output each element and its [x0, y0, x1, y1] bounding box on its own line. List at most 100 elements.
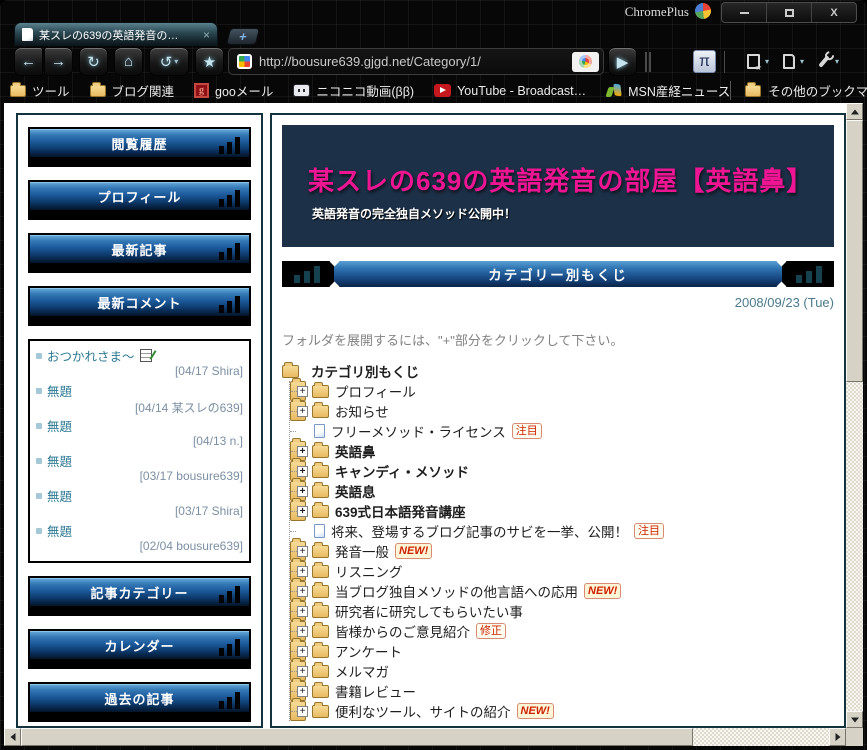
- expand-plus-icon[interactable]: [297, 685, 308, 697]
- sidebar-buttons-bottom: 記事カテゴリー カレンダー 過去の記事: [28, 576, 251, 726]
- bookmark-item[interactable]: MSN産経ニュース: [606, 81, 730, 100]
- address-bar[interactable]: http://bousure639.gjgd.net/Category/1/: [228, 48, 604, 75]
- tree-item-label[interactable]: アンケート: [335, 641, 402, 661]
- comment-title-link[interactable]: おつかれさま～: [47, 346, 135, 365]
- tree-item-label[interactable]: 発音一般: [335, 541, 389, 561]
- vertical-scrollbar[interactable]: [846, 103, 863, 728]
- tree-item-label[interactable]: 639式日本語発音講座: [335, 501, 466, 521]
- expand-plus-icon[interactable]: [297, 465, 308, 477]
- vertical-scroll-thumb[interactable]: [846, 120, 863, 382]
- tree-item-label[interactable]: メルマガ: [335, 661, 389, 681]
- bookmark-item[interactable]: ニコニコ動画(ββ): [293, 81, 414, 100]
- url-text[interactable]: http://bousure639.gjgd.net/Category/1/: [259, 54, 565, 69]
- expand-plus-icon[interactable]: [297, 545, 308, 557]
- tree-item-label[interactable]: 研究者に研究してもらいたい事: [335, 601, 523, 621]
- tab-favicon-icon: [22, 28, 33, 41]
- tree-item-label[interactable]: 便利なツール、サイトの紹介: [335, 701, 511, 721]
- memo-pencil-icon: [139, 349, 152, 362]
- tree-root-label[interactable]: カテゴリ別もくじ: [311, 361, 419, 381]
- expand-plus-icon[interactable]: [297, 405, 308, 417]
- horizontal-scroll-thumb[interactable]: [21, 728, 693, 746]
- scroll-right-button[interactable]: [829, 728, 846, 746]
- tab-close-icon[interactable]: ×: [203, 29, 210, 41]
- bullet-icon: [36, 352, 42, 359]
- tools-menu-button[interactable]: ▾: [818, 55, 839, 68]
- sidebar-button[interactable]: プロフィール: [28, 180, 251, 220]
- expand-plus-icon[interactable]: [297, 485, 308, 497]
- sidebar-button[interactable]: 最新記事: [28, 233, 251, 273]
- scroll-up-button[interactable]: [846, 103, 863, 120]
- status-badge: 注目: [511, 423, 542, 439]
- tree-item-label[interactable]: リスニング: [335, 561, 403, 581]
- sidebar-button-comments[interactable]: 最新コメント: [28, 286, 251, 326]
- comment-title-link[interactable]: 無題: [47, 381, 72, 400]
- sidebar-button[interactable]: 閲覧履歴: [28, 127, 251, 167]
- horizontal-scrollbar[interactable]: [4, 728, 846, 746]
- comment-date: [04/17 Shira]: [174, 364, 243, 378]
- bookmarks-menu-button[interactable]: ▾: [747, 54, 769, 72]
- tree-node-icon: [314, 524, 325, 538]
- undo-button[interactable]: ↺ ▾: [149, 47, 189, 76]
- tree-item-label[interactable]: お知らせ: [335, 401, 389, 421]
- new-tab-button[interactable]: +: [225, 28, 261, 45]
- tree-item-label[interactable]: 書籍レビュー: [335, 681, 416, 701]
- expand-plus-icon[interactable]: [297, 445, 308, 457]
- bars-icon: [219, 137, 240, 154]
- toolbar-separator: [645, 51, 651, 72]
- bullet-icon: [36, 422, 42, 429]
- bookmark-label: gooメール: [215, 85, 274, 99]
- reload-button[interactable]: ↻: [79, 47, 108, 76]
- tree-item-label[interactable]: キャンディ・メソッド: [335, 461, 469, 481]
- comment-title-link[interactable]: 無題: [47, 451, 72, 470]
- go-button[interactable]: ▶: [608, 47, 637, 76]
- page-menu-button[interactable]: ▾: [783, 54, 804, 69]
- bookmark-label: YouTube - Broadcast…: [457, 83, 587, 98]
- minimize-button[interactable]: [722, 3, 767, 22]
- expand-plus-icon[interactable]: [297, 585, 308, 597]
- tree-item-label[interactable]: 当ブログ独自メソッドの他言語への応用: [335, 581, 578, 601]
- expand-plus-icon[interactable]: [297, 705, 308, 717]
- expand-plus-icon[interactable]: [297, 625, 308, 637]
- sidebar-button[interactable]: 記事カテゴリー: [28, 576, 251, 616]
- maximize-button[interactable]: [767, 3, 812, 22]
- other-bookmarks-button[interactable]: その他のブックマーク: [730, 81, 867, 100]
- other-bookmarks-label: その他のブックマーク: [768, 85, 867, 99]
- page-action-button[interactable]: [572, 51, 599, 72]
- expand-plus-icon[interactable]: [297, 565, 308, 577]
- close-button[interactable]: X: [812, 3, 856, 22]
- sidebar-button[interactable]: 過去の記事: [28, 682, 251, 722]
- bookmark-item[interactable]: ツール: [10, 81, 70, 100]
- scroll-left-button[interactable]: [4, 728, 21, 746]
- folder-icon: [745, 81, 762, 97]
- bookmark-item[interactable]: YouTube - Broadcast…: [434, 84, 586, 98]
- bookmark-icon: [10, 81, 26, 97]
- tree-item-label[interactable]: 将来、登場するブログ記事のサビを一挙、公開！: [331, 521, 628, 541]
- tab-active[interactable]: 某スレの639の英語発音の… ×: [14, 22, 218, 46]
- bookmark-label: ツール: [32, 85, 70, 99]
- tree-item-label[interactable]: 皆様からのご意見紹介: [335, 621, 470, 641]
- pi-extension-icon[interactable]: π: [693, 50, 716, 73]
- back-button[interactable]: ←: [14, 47, 43, 76]
- tree-item-label[interactable]: 英語鼻: [335, 441, 376, 461]
- bookmark-star-button[interactable]: ★: [195, 47, 224, 76]
- comment-title-link[interactable]: 無題: [47, 416, 72, 435]
- expand-plus-icon[interactable]: [297, 645, 308, 657]
- bookmark-item[interactable]: ブログ関連: [89, 81, 174, 100]
- bookmark-item[interactable]: gooメール: [194, 81, 273, 100]
- forward-button[interactable]: →: [44, 47, 73, 76]
- expand-plus-icon[interactable]: [297, 665, 308, 677]
- comment-title-link[interactable]: 無題: [47, 486, 72, 505]
- comment-item: 無題 [04/13 n.]: [36, 417, 243, 452]
- tree-item-label[interactable]: プロフィール: [335, 381, 416, 401]
- expand-plus-icon[interactable]: [297, 385, 308, 397]
- expand-plus-icon[interactable]: [297, 505, 308, 517]
- expand-plus-icon[interactable]: [297, 605, 308, 617]
- status-badge: 修正: [476, 623, 506, 639]
- tree-item-label[interactable]: フリーメソッド・ライセンス: [331, 421, 506, 441]
- tree-item-label[interactable]: 英語息: [335, 481, 376, 501]
- comment-title-link[interactable]: 無題: [47, 521, 72, 540]
- bookmark-icon: [89, 81, 106, 97]
- home-button[interactable]: ⌂: [114, 47, 143, 76]
- scroll-down-button[interactable]: [846, 711, 863, 728]
- sidebar-button[interactable]: カレンダー: [28, 629, 251, 669]
